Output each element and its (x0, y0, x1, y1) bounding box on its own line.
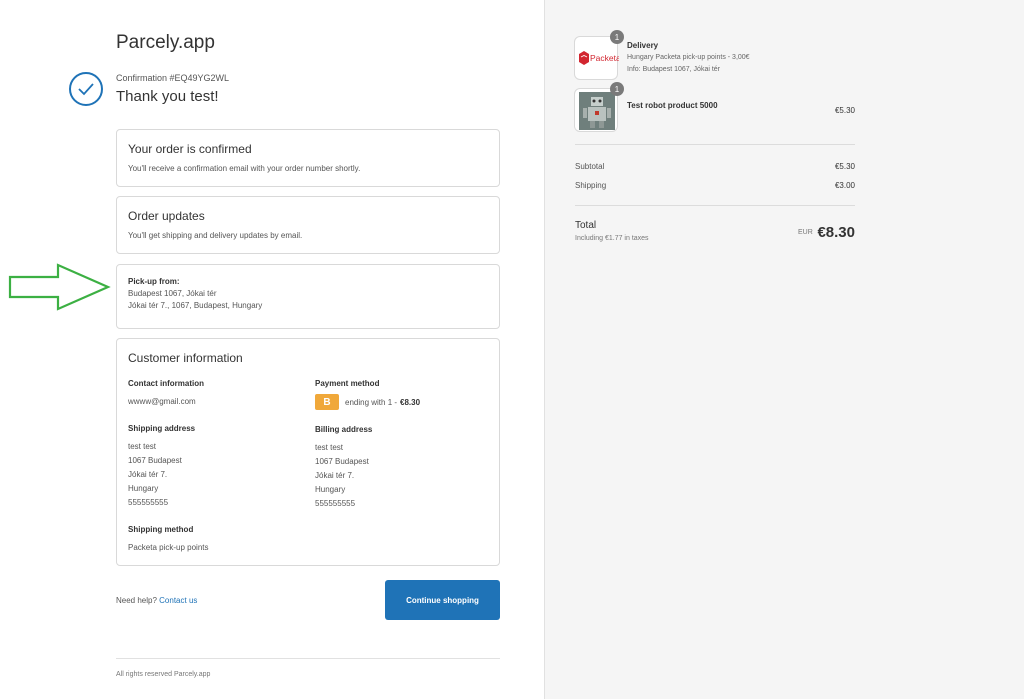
item-title-robot: Test robot product 5000 (627, 101, 718, 110)
help-label: Need help? (116, 596, 157, 605)
shipping-address-line: 1067 Budapest (128, 456, 182, 465)
order-confirmed-box: Your order is confirmed You'll receive a… (116, 129, 500, 187)
contact-information-title: Contact information (128, 379, 204, 388)
total-label: Total (575, 220, 597, 231)
payment-amount: €8.30 (400, 397, 421, 407)
summary-divider (575, 205, 855, 206)
shipping-address-line: Jókai tér 7. (128, 470, 168, 479)
payment-method-title: Payment method (315, 379, 380, 388)
check-icon (69, 72, 103, 106)
pickup-line-2: Jókai tér 7., 1067, Budapest, Hungary (128, 301, 263, 310)
shipping-address: test test 1067 Budapest Jókai tér 7. Hun… (128, 440, 182, 510)
packeta-logo-icon: Packeta (574, 36, 621, 80)
item-price-robot: €5.30 (834, 106, 855, 115)
continue-shopping-button[interactable]: Continue shopping (385, 580, 500, 620)
item-title-delivery: Delivery (627, 41, 659, 50)
shipping-value: €3.00 (834, 181, 855, 190)
summary-divider (575, 144, 855, 145)
billing-address: test test 1067 Budapest Jókai tér 7. Hun… (315, 441, 369, 511)
shipping-label: Shipping (575, 181, 607, 190)
billing-address-line: 1067 Budapest (315, 457, 369, 466)
customer-information-title: Customer information (128, 351, 243, 365)
packeta-logo-text: Packeta (590, 53, 619, 63)
billing-address-line: Hungary (315, 485, 346, 494)
subtotal-label: Subtotal (575, 162, 605, 171)
item-subtitle-1: Hungary Packeta pick-up points - 3,00€ (627, 54, 750, 61)
order-summary-panel: Packeta 1 Delivery Hungary Packeta pick-… (544, 0, 1024, 699)
order-confirmed-title: Your order is confirmed (128, 142, 252, 156)
footer-divider (116, 658, 500, 659)
thank-you-heading: Thank you test! (116, 88, 219, 105)
total-value: €8.30 (817, 224, 855, 241)
taxes-note: Including €1.77 in taxes (575, 235, 649, 242)
shipping-address-line: test test (128, 442, 157, 451)
order-updates-box: Order updates You'll get shipping and de… (116, 196, 500, 254)
order-updates-text: You'll get shipping and delivery updates… (128, 231, 303, 240)
confirmation-number: Confirmation #EQ49YG2WL (116, 73, 230, 83)
green-arrow-icon (8, 263, 111, 311)
pickup-box: Pick-up from: Budapest 1067, Jókai tér J… (116, 264, 500, 329)
order-confirmed-text: You'll receive a confirmation email with… (128, 164, 361, 173)
footer-text: All rights reserved Parcely.app (116, 671, 211, 678)
payment-method-row: B ending with 1 - €8.30 (315, 394, 420, 410)
main-panel: Parcely.app Confirmation #EQ49YG2WL Than… (0, 0, 544, 699)
billing-address-line: test test (315, 443, 344, 452)
subtotal-value: €5.30 (834, 162, 855, 171)
payment-text: ending with 1 - (345, 397, 398, 407)
item-subtitle-2: Info: Budapest 1067, Jókai tér (627, 66, 721, 73)
help-text: Need help? Contact us (116, 596, 197, 605)
shipping-address-title: Shipping address (128, 424, 196, 433)
shipping-address-line: Hungary (128, 484, 159, 493)
currency-code: EUR (798, 229, 813, 236)
brand-title[interactable]: Parcely.app (116, 32, 215, 54)
item-quantity-badge: 1 (610, 82, 624, 96)
contact-email: wwww@gmail.com (128, 397, 196, 406)
customer-information-box: Customer information Contact information… (116, 338, 500, 566)
shipping-address-line: 555555555 (128, 498, 169, 507)
pickup-line-1: Budapest 1067, Jókai tér (128, 289, 217, 298)
billing-address-line: Jókai tér 7. (315, 471, 355, 480)
shipping-method-title: Shipping method (128, 525, 194, 534)
item-quantity-badge: 1 (610, 30, 624, 44)
shipping-method-text: Packeta pick-up points (128, 543, 209, 552)
billing-address-line: 555555555 (315, 499, 356, 508)
billing-address-title: Billing address (315, 425, 373, 434)
robot-product-image (574, 88, 618, 132)
pickup-label: Pick-up from: (128, 277, 180, 286)
order-updates-title: Order updates (128, 209, 205, 223)
contact-us-link[interactable]: Contact us (159, 596, 197, 605)
payment-badge-icon: B (315, 394, 339, 410)
